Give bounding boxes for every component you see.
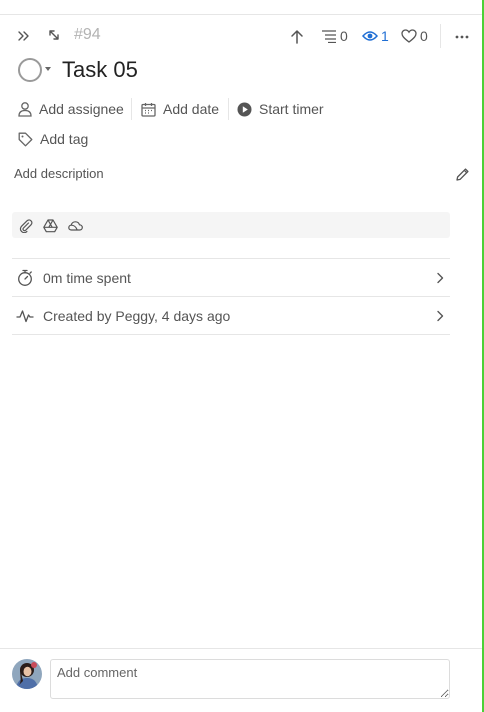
time-spent-label: 0m time spent xyxy=(43,269,131,286)
more-options-icon[interactable] xyxy=(454,30,470,44)
likes-count: 0 xyxy=(420,28,428,44)
calendar-icon xyxy=(141,102,156,117)
paperclip-icon[interactable] xyxy=(18,218,34,233)
edit-pencil-icon[interactable] xyxy=(454,166,470,182)
comment-input[interactable] xyxy=(50,659,450,699)
stopwatch-icon xyxy=(18,269,32,286)
attachments-bar xyxy=(12,212,450,238)
eye-icon xyxy=(362,31,378,41)
subtasks-count: 0 xyxy=(340,28,348,44)
subtasks-counter[interactable]: 0 xyxy=(321,28,348,44)
task-detail-panel: #94 0 1 0 Task 05 Add assignee Add date … xyxy=(0,0,482,712)
chevron-right-icon xyxy=(437,272,444,284)
time-spent-row[interactable]: 0m time spent xyxy=(12,258,450,296)
prop-divider-1 xyxy=(131,98,132,120)
status-dropdown-caret-icon[interactable] xyxy=(45,67,51,71)
heart-icon xyxy=(401,29,417,43)
task-id: #94 xyxy=(74,26,101,43)
footer-divider xyxy=(0,648,482,649)
task-status-toggle[interactable] xyxy=(18,58,42,82)
expand-diagonal-icon[interactable] xyxy=(46,27,62,43)
onedrive-cloud-icon[interactable] xyxy=(67,218,84,233)
add-assignee-label: Add assignee xyxy=(39,101,124,117)
watchers-counter[interactable]: 1 xyxy=(362,28,389,44)
add-tag-button[interactable]: Add tag xyxy=(18,131,88,147)
collapse-panel-icon[interactable] xyxy=(16,28,32,44)
google-drive-icon[interactable] xyxy=(42,218,58,233)
watchers-count: 1 xyxy=(381,28,389,44)
play-icon xyxy=(237,102,252,116)
prop-divider-2 xyxy=(228,98,229,120)
created-by-label: Created by Peggy, 4 days ago xyxy=(43,307,231,324)
top-divider xyxy=(0,14,482,15)
avatar xyxy=(12,659,42,689)
activity-row[interactable]: Created by Peggy, 4 days ago xyxy=(12,296,450,335)
add-assignee-button[interactable]: Add assignee xyxy=(18,101,124,117)
likes-counter[interactable]: 0 xyxy=(401,28,428,44)
person-icon xyxy=(18,102,32,117)
start-timer-button[interactable]: Start timer xyxy=(237,101,324,117)
chevron-right-icon xyxy=(437,310,444,322)
activity-pulse-icon xyxy=(16,309,34,322)
header-divider xyxy=(440,24,441,48)
task-title[interactable]: Task 05 xyxy=(62,57,138,83)
add-date-label: Add date xyxy=(163,101,220,117)
move-up-arrow-icon[interactable] xyxy=(289,28,305,46)
tag-icon xyxy=(18,132,33,146)
add-date-button[interactable]: Add date xyxy=(141,101,219,117)
add-description-field[interactable]: Add description xyxy=(14,166,104,181)
start-timer-label: Start timer xyxy=(259,101,324,117)
subtasks-icon xyxy=(322,30,336,43)
add-tag-label: Add tag xyxy=(40,131,89,147)
